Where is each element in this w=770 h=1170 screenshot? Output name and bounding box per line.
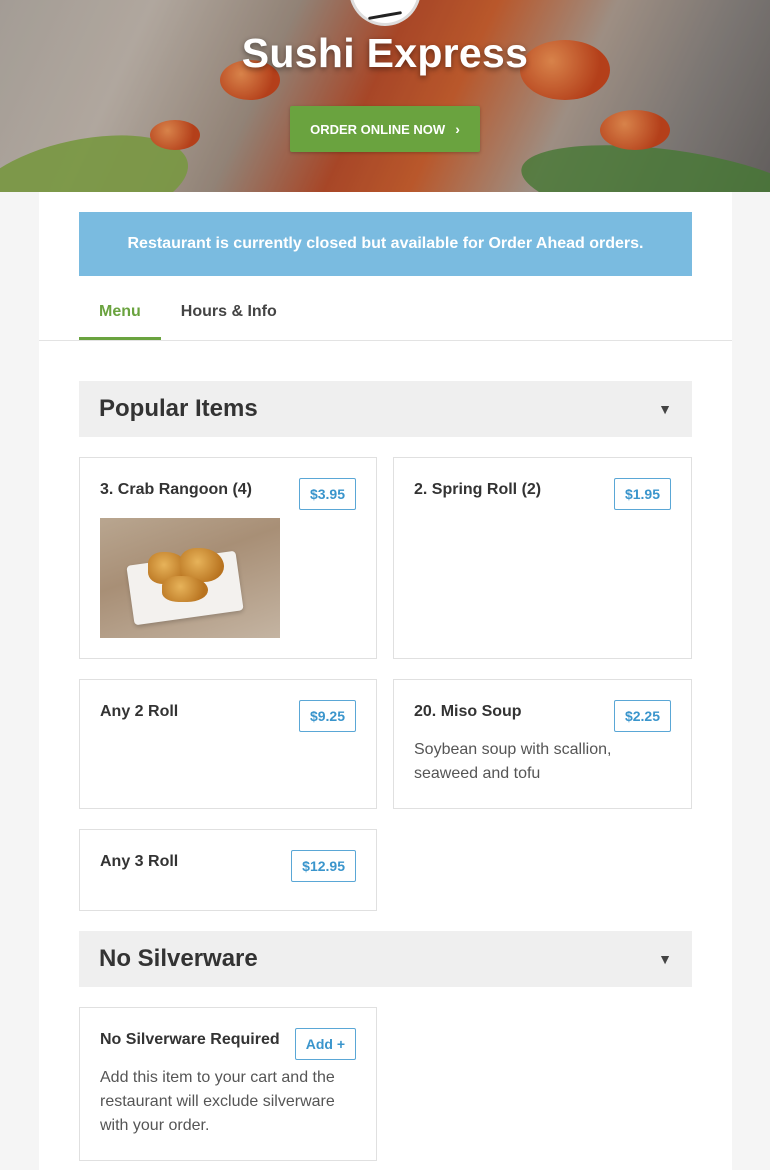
menu-item-price-button[interactable]: $1.95 bbox=[613, 478, 671, 510]
order-online-button[interactable]: ORDER ONLINE NOW › bbox=[290, 106, 480, 152]
menu-item-price-button[interactable]: $3.95 bbox=[298, 478, 356, 510]
tab-bar: Menu Hours & Info bbox=[79, 292, 297, 340]
section-header-no-silverware[interactable]: No Silverware ▼ bbox=[79, 931, 692, 987]
restaurant-title: Sushi Express bbox=[241, 30, 529, 76]
section-title: Popular Items bbox=[99, 395, 258, 422]
menu-panel: Restaurant is currently closed but avail… bbox=[39, 192, 732, 1170]
menu-item-card[interactable]: No Silverware Required Add + Add this it… bbox=[79, 1007, 377, 1161]
chevron-right-icon: › bbox=[455, 121, 460, 137]
caret-down-icon: ▼ bbox=[658, 951, 672, 967]
menu-item-price-button[interactable]: $9.25 bbox=[298, 700, 356, 732]
add-item-button[interactable]: Add + bbox=[294, 1028, 356, 1060]
section-header-popular-items[interactable]: Popular Items ▼ bbox=[79, 381, 692, 437]
menu-item-card[interactable]: 3. Crab Rangoon (4) $3.95 bbox=[79, 457, 377, 659]
menu-item-card[interactable]: 2. Spring Roll (2) $1.95 bbox=[393, 457, 692, 659]
menu-item-description: Soybean soup with scallion, seaweed and … bbox=[414, 741, 612, 782]
menu-item-card[interactable]: 20. Miso Soup $2.25 Soybean soup with sc… bbox=[393, 679, 692, 809]
caret-down-icon: ▼ bbox=[658, 401, 672, 417]
tab-menu[interactable]: Menu bbox=[79, 292, 161, 340]
hero-banner: Sushi Express ORDER ONLINE NOW › bbox=[0, 0, 770, 192]
order-online-label: ORDER ONLINE NOW bbox=[310, 121, 446, 137]
menu-item-price-button[interactable]: $12.95 bbox=[291, 850, 356, 882]
menu-item-description: Add this item to your cart and the resta… bbox=[100, 1069, 335, 1134]
section-title: No Silverware bbox=[99, 945, 258, 972]
menu-item-card[interactable]: Any 2 Roll $9.25 bbox=[79, 679, 377, 809]
tab-hours-info[interactable]: Hours & Info bbox=[161, 292, 297, 340]
closed-notice-banner: Restaurant is currently closed but avail… bbox=[79, 212, 692, 276]
menu-item-card[interactable]: Any 3 Roll $12.95 bbox=[79, 829, 377, 911]
crab-rangoon-photo bbox=[100, 518, 280, 638]
chopsticks-icon bbox=[367, 11, 403, 20]
menu-item-price-button[interactable]: $2.25 bbox=[613, 700, 671, 732]
tab-divider bbox=[39, 340, 732, 341]
